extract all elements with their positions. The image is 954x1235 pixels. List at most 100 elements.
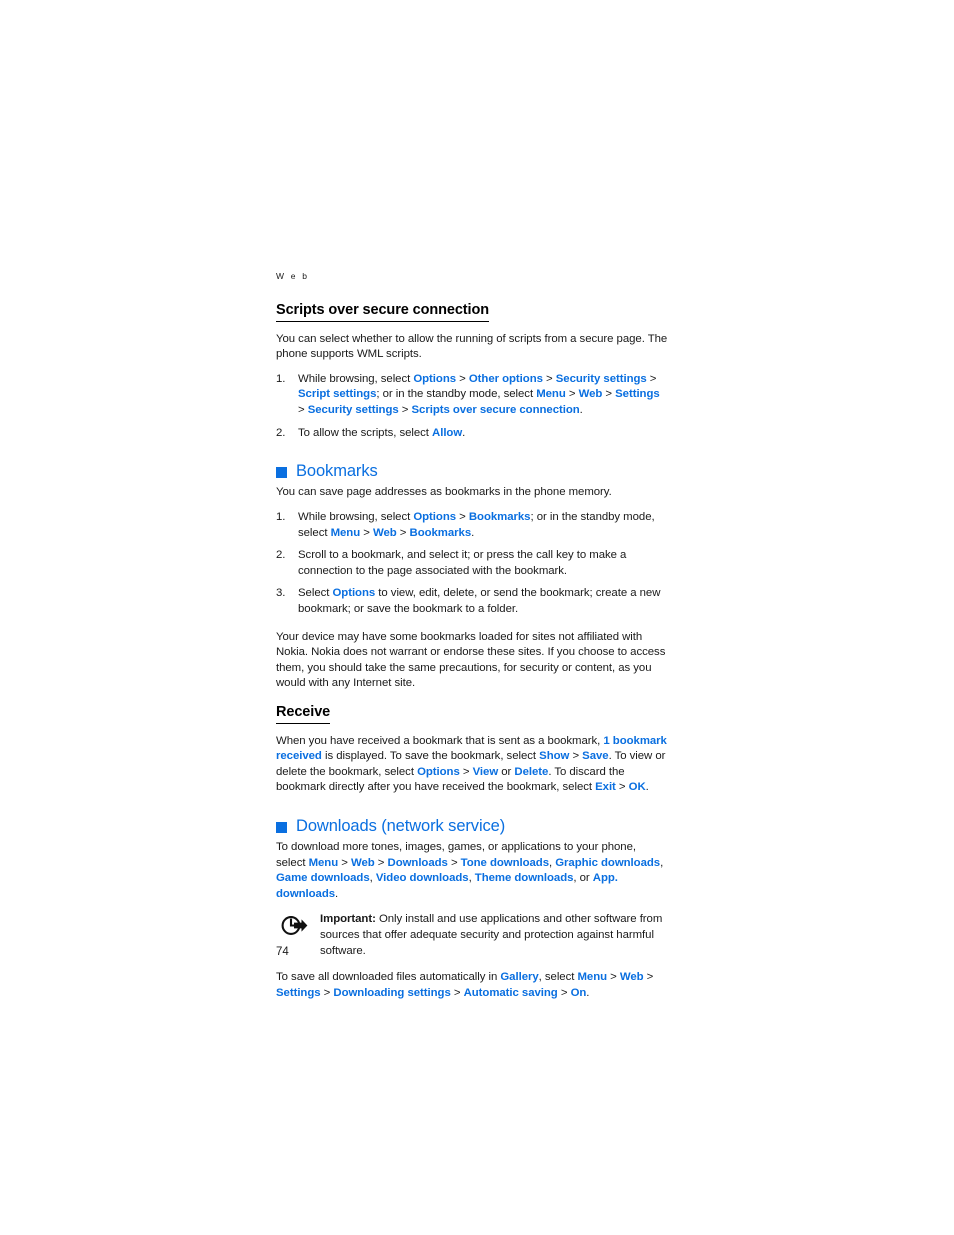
scripts-step-list: 1. While browsing, select Options > Othe… <box>276 372 668 441</box>
text-run: To save all downloaded files automatical… <box>276 971 501 984</box>
ui-term: Script settings <box>298 388 377 401</box>
step-number: 3. <box>276 587 286 600</box>
separator: > <box>298 404 308 417</box>
separator: > <box>456 510 469 523</box>
section-heading-label: Bookmarks <box>296 462 378 481</box>
separator: > <box>338 856 351 869</box>
list-item: 2. To allow the scripts, select Allow. <box>276 426 668 442</box>
ui-term: Theme downloads <box>474 872 574 885</box>
ui-term: Web <box>619 971 644 984</box>
text-run: . <box>645 781 649 794</box>
separator: > <box>602 388 616 401</box>
sub-heading-receive: Receive <box>276 704 330 724</box>
list-item: 1. While browsing, select Options > Othe… <box>276 372 668 419</box>
list-item: 3. Select Options to view, edit, delete,… <box>276 586 668 617</box>
ui-term: Game downloads <box>276 872 370 885</box>
text-run: When you have received a bookmark that i… <box>276 734 604 747</box>
ui-term: Bookmarks <box>468 510 531 523</box>
bookmarks-intro-paragraph: You can save page addresses as bookmarks… <box>276 486 612 499</box>
page-number: 74 <box>276 946 289 958</box>
text-run: Select <box>298 587 333 600</box>
ui-term: Automatic saving <box>463 986 558 999</box>
separator: > <box>643 971 654 984</box>
text-run: . <box>471 526 475 539</box>
ui-term: View <box>472 765 499 778</box>
separator: > <box>569 750 583 763</box>
ui-term: Options <box>417 765 460 778</box>
ui-term: Video downloads <box>375 872 469 885</box>
ui-term: Show <box>539 750 570 763</box>
important-label: Important: <box>320 913 376 926</box>
section-scripts-over-secure-connection: Scripts over secure connection You can s… <box>276 301 668 441</box>
receive-paragraph: When you have received a bookmark that i… <box>276 734 668 796</box>
list-item: 1. While browsing, select Options > Book… <box>276 510 668 541</box>
blue-square-bullet-icon <box>276 466 287 478</box>
ui-term: Tone downloads <box>460 856 549 869</box>
section-heading-bookmarks: Bookmarks <box>276 462 668 480</box>
blue-square-bullet-icon <box>276 821 287 833</box>
running-head: W e b <box>276 271 310 281</box>
ui-term: Settings <box>615 388 660 401</box>
separator: > <box>557 986 571 999</box>
step-text: While browsing, select Options > Other o… <box>298 373 660 416</box>
ui-term: Options <box>413 372 457 385</box>
separator: > <box>447 856 461 869</box>
separator: > <box>396 526 410 539</box>
ui-term: On <box>570 986 587 999</box>
step-text: While browsing, select Options > Bookmar… <box>298 511 655 539</box>
ui-term: Exit <box>595 781 616 794</box>
text-run: . <box>586 986 590 999</box>
separator: > <box>542 372 556 385</box>
ui-term: Other options <box>468 372 543 385</box>
important-note: Important: Only install and use applicat… <box>276 912 668 959</box>
ui-term: Menu <box>577 971 608 984</box>
step-text: Scroll to a bookmark, and select it; or … <box>298 549 626 577</box>
ui-term: Options <box>332 587 376 600</box>
step-number: 2. <box>276 549 286 562</box>
ui-term: Security settings <box>307 404 399 417</box>
step-text: Select Options to view, edit, delete, or… <box>298 587 660 615</box>
section-bookmarks: Bookmarks You can save page addresses as… <box>276 462 668 692</box>
ui-term: Web <box>578 388 603 401</box>
separator: > <box>565 388 579 401</box>
ui-term: Web <box>372 526 397 539</box>
separator: , <box>660 856 664 869</box>
text-run: ; or in the standby mode, select <box>376 388 537 401</box>
ui-term: Menu <box>330 526 361 539</box>
separator: > <box>459 765 473 778</box>
separator: > <box>615 781 629 794</box>
ui-term: Settings <box>276 986 321 999</box>
text-run: is displayed. To save the bookmark, sele… <box>321 750 540 763</box>
ui-term: Security settings <box>555 372 647 385</box>
ui-term: Delete <box>514 765 549 778</box>
section-heading-downloads: Downloads (network service) <box>276 817 668 835</box>
ui-term: Gallery <box>500 971 539 984</box>
ui-term: Menu <box>536 388 566 401</box>
bookmarks-step-list: 1. While browsing, select Options > Book… <box>276 510 668 618</box>
section-heading-label: Downloads (network service) <box>296 816 506 835</box>
text-run: . <box>462 426 466 439</box>
downloads-outro-paragraph: To save all downloaded files automatical… <box>276 970 668 1001</box>
separator: > <box>450 986 464 999</box>
separator: > <box>456 372 469 385</box>
text-run: . <box>579 404 583 417</box>
ui-term: Options <box>413 510 457 523</box>
ui-term: Scripts over secure connection <box>411 404 580 417</box>
page-content: W e b Scripts over secure connection You… <box>276 271 668 1010</box>
important-note-text: Important: Only install and use applicat… <box>320 912 668 959</box>
step-number: 1. <box>276 372 286 385</box>
important-arrow-icon <box>280 914 310 938</box>
separator: > <box>398 404 412 417</box>
text-run: , select <box>538 971 578 984</box>
separator: > <box>320 986 334 999</box>
scripts-intro-paragraph: You can select whether to allow the runn… <box>276 332 668 361</box>
bookmarks-disclaimer-paragraph: Your device may have some bookmarks load… <box>276 630 666 690</box>
ui-term: Web <box>350 856 375 869</box>
step-number: 2. <box>276 426 286 439</box>
downloads-intro-paragraph: To download more tones, images, games, o… <box>276 840 668 902</box>
separator: > <box>607 971 620 984</box>
text-run: To allow the scripts, select <box>298 426 433 439</box>
text-run: While browsing, select <box>298 510 414 523</box>
step-text: To allow the scripts, select Allow. <box>298 427 465 439</box>
separator: > <box>646 372 657 385</box>
